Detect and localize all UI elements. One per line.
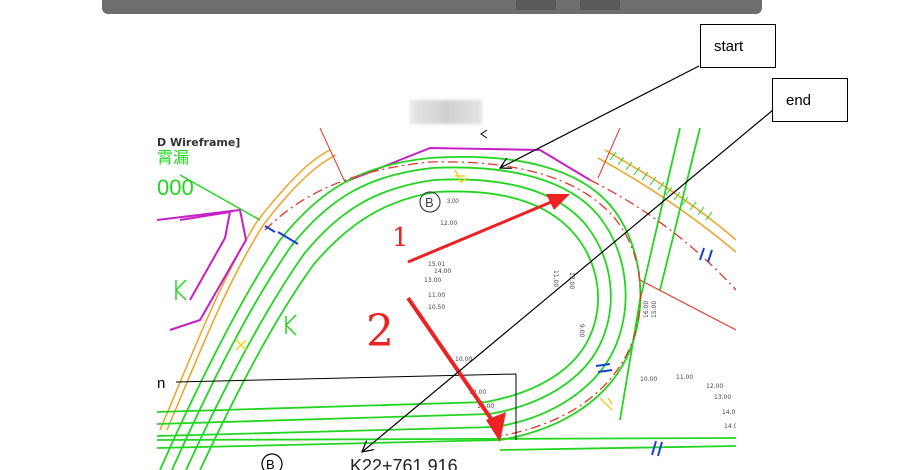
- elev-label: 11.00: [428, 292, 445, 299]
- start-callout: start: [700, 24, 776, 68]
- elev-label: 17.00: [568, 272, 575, 289]
- left-numeric-text: 000: [157, 175, 194, 200]
- elev-label: 15.01: [428, 261, 445, 268]
- elev-label: 10.50: [428, 304, 445, 311]
- elev-label: 12.00: [706, 383, 723, 390]
- elev-label: 15.00: [651, 301, 658, 318]
- elev-label: 14.00: [724, 423, 741, 430]
- elev-label: 9.00: [578, 324, 585, 338]
- handwritten-number-1: 1: [392, 223, 409, 253]
- elev-label: 16.00: [643, 301, 650, 318]
- end-callout-label: end: [786, 91, 812, 109]
- elev-label: 11.00: [676, 374, 693, 381]
- cad-viewport: B 3.00 12.00 15.01 14.00 13.00 11.00 10.…: [157, 128, 741, 470]
- elev-label: 13.00: [424, 277, 441, 284]
- elev-label: 11.00: [552, 270, 559, 287]
- elev-label: 14.0: [722, 409, 736, 416]
- handwritten-number-2: 2: [366, 306, 394, 357]
- start-callout-label: start: [714, 37, 744, 55]
- viewport-label: D Wireframe]: [157, 136, 240, 149]
- elev-label: 14.00: [434, 268, 451, 275]
- cad-drawing: B 3.00 12.00 15.01 14.00 13.00 11.00 10.…: [157, 65, 774, 470]
- bottom-chainage: K22+761.916: [350, 456, 458, 470]
- point-marker-b: B: [425, 195, 434, 210]
- end-callout: end: [772, 78, 848, 122]
- elev-label: 12.00: [440, 220, 457, 227]
- left-chinese-text: 霄漏: [157, 149, 189, 167]
- elev-label: 10.00: [640, 376, 657, 383]
- bottom-circle-label: B: [266, 457, 275, 470]
- left-cut-text: n: [157, 375, 165, 392]
- point-marker-value: 3.00: [447, 199, 459, 205]
- elev-label: 13.00: [714, 394, 731, 401]
